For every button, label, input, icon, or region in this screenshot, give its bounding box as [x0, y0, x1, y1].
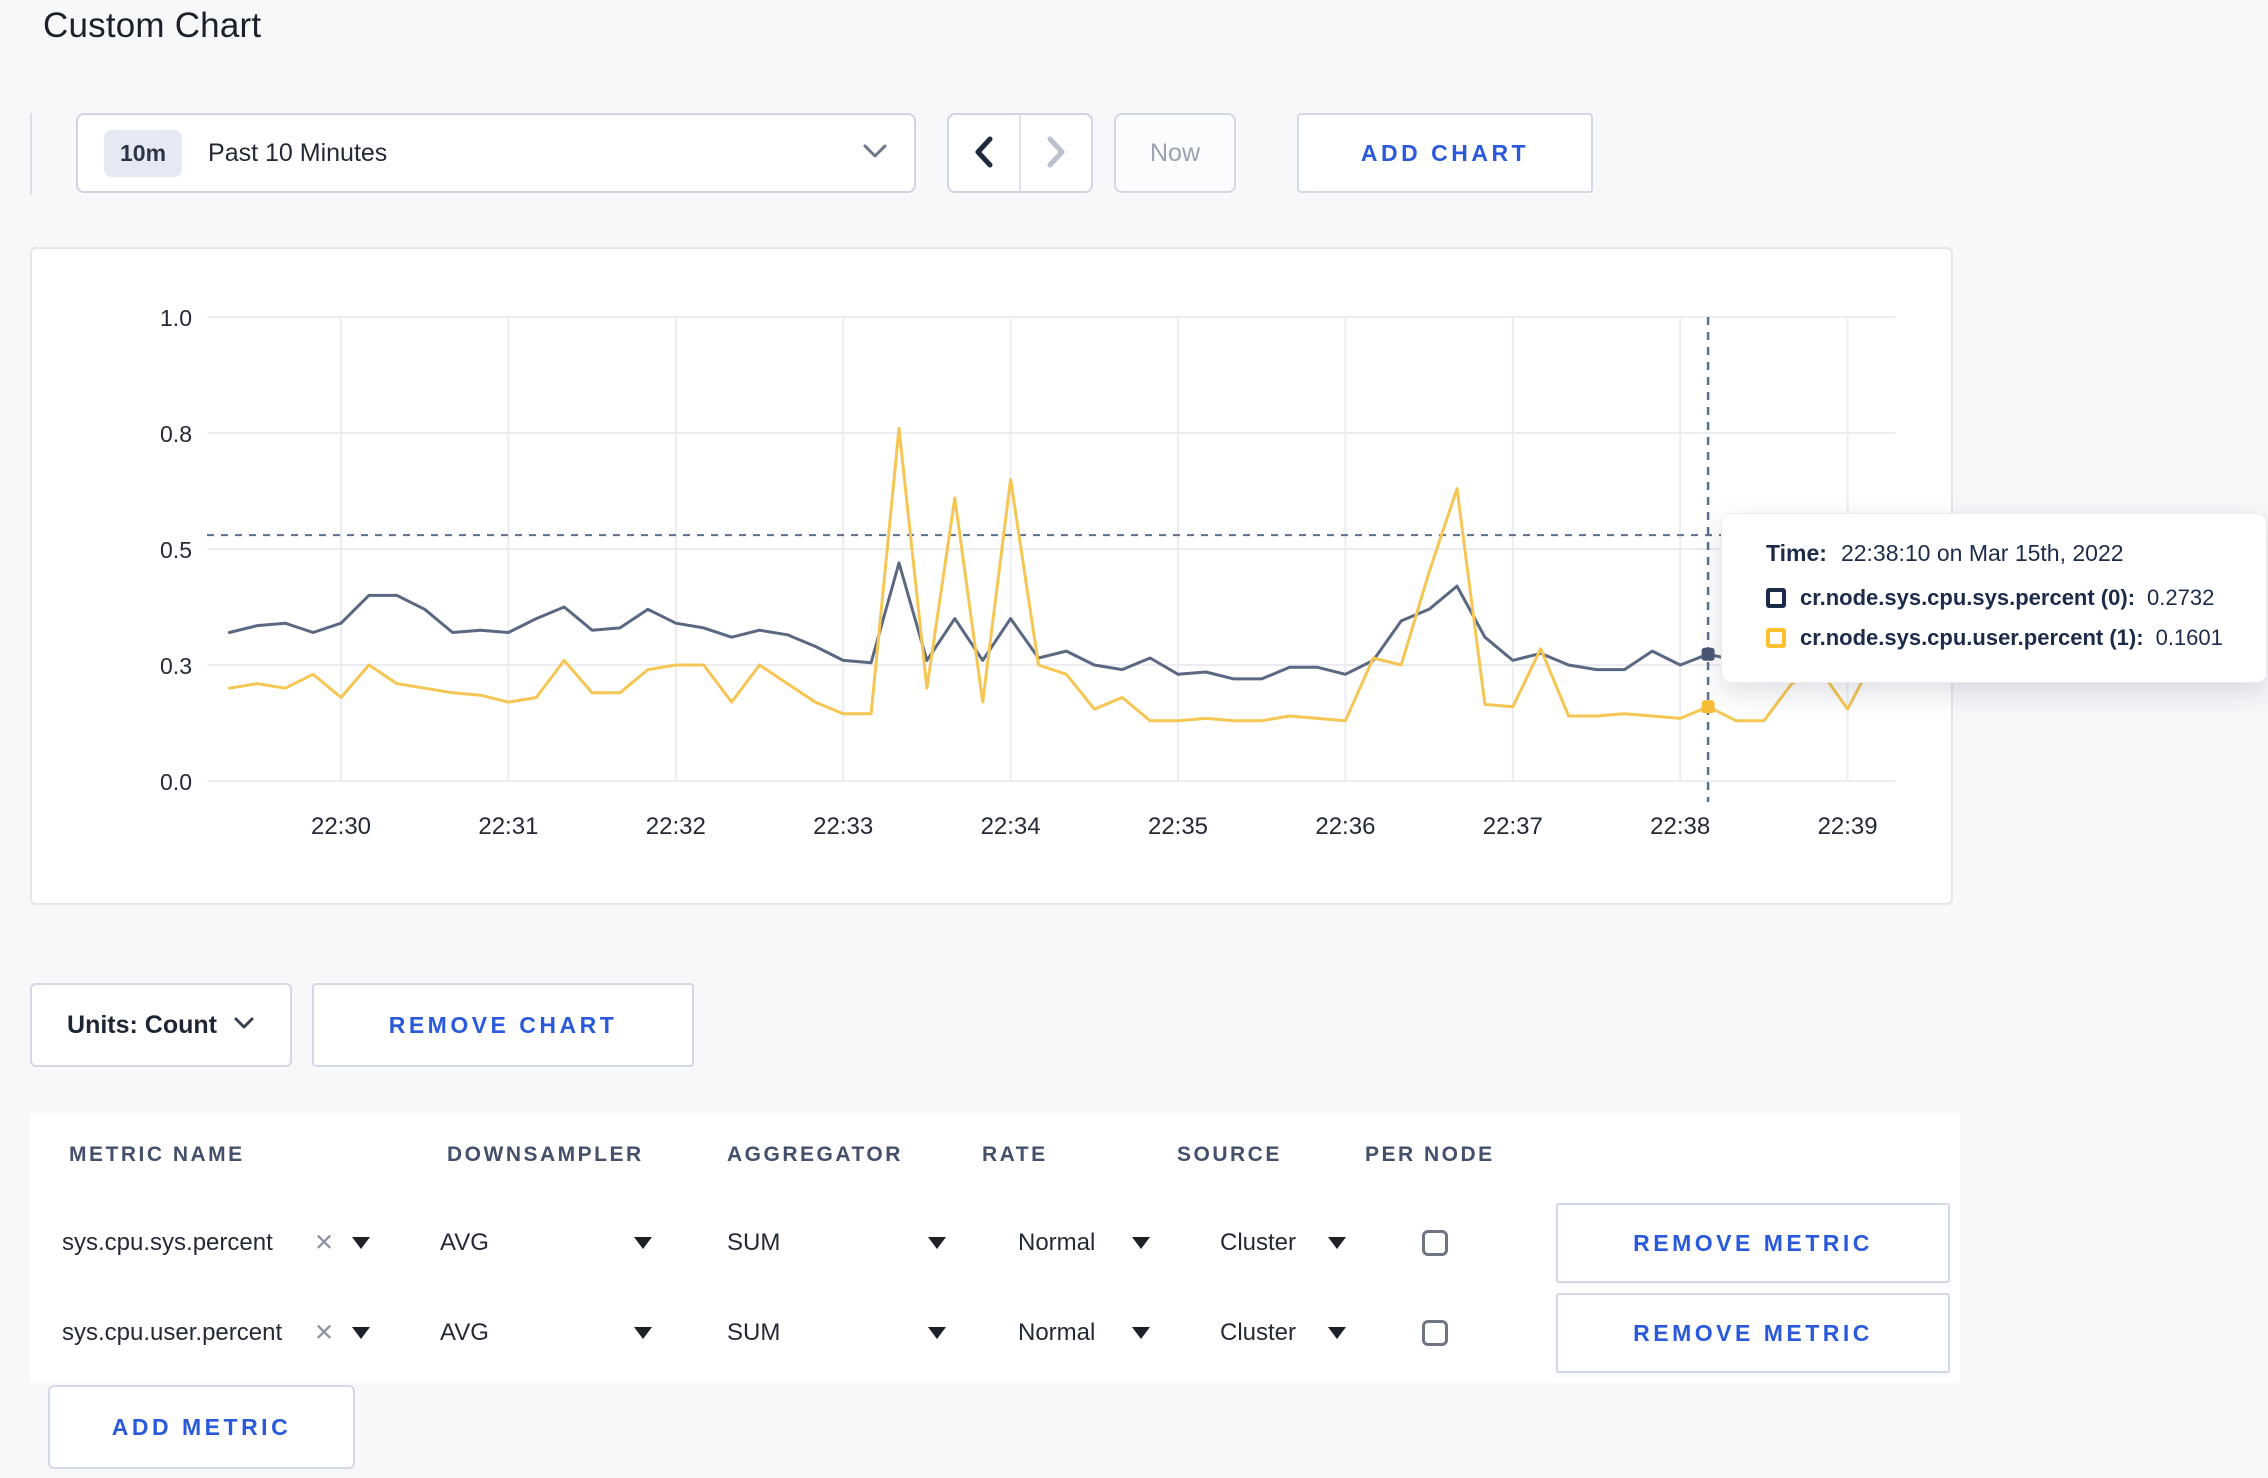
series-sys-line — [227, 561, 1877, 681]
chevron-right-icon — [1046, 136, 1066, 171]
chart-plot-area[interactable]: 0.0 0.3 0.5 0.8 1.0 22:30 22:31 22:32 22:33 22:34… — [32, 249, 1951, 903]
chevron-down-icon — [233, 1016, 255, 1035]
remove-metric-button[interactable]: REMOVE METRIC — [1556, 1293, 1950, 1373]
time-step-buttons — [947, 113, 1093, 193]
col-header-per-node: PER NODE — [1365, 1143, 1495, 1166]
y-axis-tick-label: 0.8 — [160, 421, 192, 447]
time-range-label: Past 10 Minutes — [208, 138, 388, 167]
x-axis-tick-label: 22:30 — [311, 813, 371, 840]
aggregator-select[interactable]: SUM — [727, 1319, 780, 1347]
y-axis-tick-label: 0.3 — [160, 653, 192, 679]
x-axis-tick-label: 22:34 — [981, 813, 1041, 840]
units-selector[interactable]: Units: Count — [30, 983, 292, 1067]
metric-row: sys.cpu.user.percent ✕ AVG SUM Normal Cl… — [30, 1291, 1960, 1375]
prev-range-button[interactable] — [949, 115, 1021, 191]
chart-tooltip: Time: 22:38:10 on Mar 15th, 2022 cr.node.… — [1721, 513, 2267, 683]
series-user-swatch-icon — [1766, 628, 1786, 648]
tooltip-time-label: Time: — [1766, 540, 1827, 566]
x-axis-tick-label: 22:37 — [1483, 813, 1543, 840]
caret-down-icon — [1328, 1327, 1346, 1339]
units-selector-label: Units: Count — [67, 1010, 217, 1039]
x-axis-tick-label: 22:36 — [1315, 813, 1375, 840]
downsampler-select[interactable]: AVG — [440, 1229, 489, 1257]
col-header-source: SOURCE — [1177, 1143, 1282, 1166]
next-range-button[interactable] — [1021, 115, 1091, 191]
remove-metric-button[interactable]: REMOVE METRIC — [1556, 1203, 1950, 1283]
x-axis-tick-label: 22:38 — [1650, 813, 1710, 840]
clear-metric-icon[interactable]: ✕ — [314, 1229, 334, 1258]
caret-down-icon — [634, 1237, 652, 1249]
tooltip-time-value: 22:38:10 on Mar 15th, 2022 — [1840, 540, 2124, 566]
add-chart-button[interactable]: ADD CHART — [1297, 113, 1593, 193]
chart-card: 0.0 0.3 0.5 0.8 1.0 22:30 22:31 22:32 22:33 22:34… — [30, 247, 1953, 905]
y-axis-tick-label: 1.0 — [160, 305, 192, 331]
col-header-aggregator: AGGREGATOR — [727, 1143, 903, 1166]
series-sys-swatch-icon — [1766, 588, 1786, 608]
x-axis-tick-label: 22:31 — [478, 813, 538, 840]
page-title: Custom Chart — [43, 6, 262, 45]
caret-down-icon — [928, 1237, 946, 1249]
tooltip-series-row: cr.node.sys.cpu.sys.percent (0): 0.2732 — [1766, 585, 2266, 611]
now-button[interactable]: Now — [1114, 113, 1236, 193]
caret-down-icon — [1132, 1327, 1150, 1339]
clear-metric-icon[interactable]: ✕ — [314, 1319, 334, 1348]
y-axis-tick-label: 0.0 — [160, 769, 192, 795]
time-range-badge: 10m — [104, 129, 183, 177]
series-user-marker — [1701, 700, 1715, 714]
x-axis-tick-label: 22:33 — [813, 813, 873, 840]
x-axis-tick-label: 22:35 — [1148, 813, 1208, 840]
aggregator-select[interactable]: SUM — [727, 1229, 780, 1257]
caret-down-icon — [352, 1237, 370, 1249]
series-user-line — [227, 426, 1877, 723]
chevron-left-icon — [974, 136, 994, 171]
caret-down-icon — [1328, 1237, 1346, 1249]
per-node-checkbox[interactable] — [1422, 1230, 1448, 1256]
source-select[interactable]: Cluster — [1220, 1319, 1296, 1347]
chevron-down-icon — [862, 143, 888, 164]
metrics-table: METRIC NAME DOWNSAMPLER AGGREGATOR RATE … — [30, 1113, 1960, 1383]
tooltip-series-row: cr.node.sys.cpu.user.percent (1): 0.1601 — [1766, 625, 2266, 651]
time-range-selector[interactable]: 10m Past 10 Minutes — [76, 113, 916, 193]
caret-down-icon — [634, 1327, 652, 1339]
caret-down-icon — [928, 1327, 946, 1339]
tooltip-time-row: Time: 22:38:10 on Mar 15th, 2022 — [1766, 540, 2266, 567]
caret-down-icon — [352, 1327, 370, 1339]
downsampler-select[interactable]: AVG — [440, 1319, 489, 1347]
source-select[interactable]: Cluster — [1220, 1229, 1296, 1257]
controls-left-divider — [30, 113, 32, 195]
col-header-rate: RATE — [982, 1143, 1048, 1166]
metric-name-select[interactable]: sys.cpu.user.percent — [62, 1319, 282, 1347]
remove-chart-button[interactable]: REMOVE CHART — [312, 983, 694, 1067]
metric-name-select[interactable]: sys.cpu.sys.percent — [62, 1229, 273, 1257]
per-node-checkbox[interactable] — [1422, 1320, 1448, 1346]
y-axis-tick-label: 0.5 — [160, 537, 192, 563]
x-axis-tick-label: 22:32 — [646, 813, 706, 840]
rate-select[interactable]: Normal — [1018, 1319, 1095, 1347]
metric-row: sys.cpu.sys.percent ✕ AVG SUM Normal Clu… — [30, 1201, 1960, 1285]
x-axis-tick-label: 22:39 — [1818, 813, 1878, 840]
add-metric-button[interactable]: ADD METRIC — [48, 1385, 355, 1469]
rate-select[interactable]: Normal — [1018, 1229, 1095, 1257]
col-header-metric-name: METRIC NAME — [69, 1143, 245, 1166]
series-sys-marker — [1701, 647, 1715, 661]
col-header-downsampler: DOWNSAMPLER — [447, 1143, 644, 1166]
caret-down-icon — [1132, 1237, 1150, 1249]
